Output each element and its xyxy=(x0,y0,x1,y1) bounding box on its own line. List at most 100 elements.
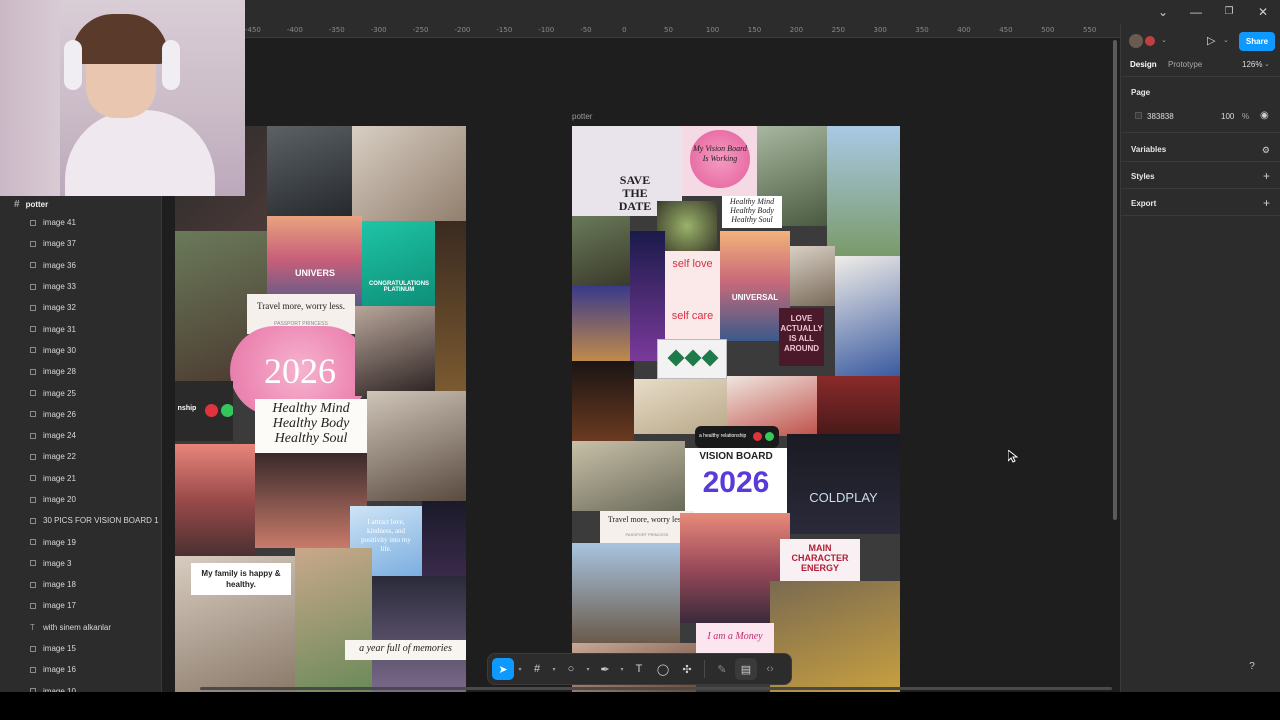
layer-item[interactable]: image 30 xyxy=(0,340,161,361)
chevron-down-icon[interactable]: ⌄ xyxy=(1264,60,1270,68)
layer-item[interactable]: image 22 xyxy=(0,446,161,467)
maximize-icon[interactable]: ❐ xyxy=(1219,5,1239,19)
food-photo xyxy=(657,201,717,251)
image-layer-icon xyxy=(30,539,36,546)
image-layer-icon xyxy=(30,581,36,588)
play-icon[interactable]: ▷ xyxy=(1207,34,1215,47)
eye-icon[interactable]: ◉ xyxy=(1260,110,1269,121)
chevron-down-icon[interactable]: ▾ xyxy=(618,666,626,673)
layer-item[interactable]: image 15 xyxy=(0,638,161,659)
layer-item[interactable]: image 17 xyxy=(0,595,161,616)
platinum-card: CONGRATULATIONS PLATINUM xyxy=(362,221,435,316)
zoom-level[interactable]: 126% xyxy=(1242,60,1262,69)
self-love-card: self love self care xyxy=(665,251,720,339)
actions-tool-icon[interactable]: ✣ xyxy=(676,658,698,680)
image-layer-icon xyxy=(30,645,36,652)
ruler-tick: -200 xyxy=(454,26,471,34)
gem-icon xyxy=(667,349,685,367)
design-mode-icon[interactable]: ▤ xyxy=(735,658,757,680)
collage-photo xyxy=(422,501,466,576)
dev-mode-icon[interactable]: ‹› xyxy=(759,658,781,680)
styles-section-title[interactable]: Styles xyxy=(1131,172,1155,181)
layer-label: image 19 xyxy=(43,537,76,547)
layer-item[interactable]: image 10 xyxy=(0,681,161,692)
layer-item[interactable]: 30 PICS FOR VISION BOARD 1 xyxy=(0,510,161,531)
family-text: My family is happy & healthy. xyxy=(201,569,281,589)
layer-item[interactable]: image 16 xyxy=(0,659,161,680)
image-layer-icon xyxy=(30,602,36,609)
shape-tool-icon[interactable]: ○ xyxy=(560,658,582,680)
layer-item[interactable]: image 25 xyxy=(0,382,161,403)
page-section-title: Page xyxy=(1131,88,1151,97)
vertical-scrollbar[interactable] xyxy=(1113,40,1117,520)
move-tool-icon[interactable]: ➤ xyxy=(492,658,514,680)
layer-item[interactable]: image 20 xyxy=(0,489,161,510)
webcam-person-hair xyxy=(72,14,168,64)
page-color-value[interactable]: 383838 xyxy=(1147,112,1174,121)
close-icon[interactable]: ✕ xyxy=(1253,5,1273,19)
healthy-text: Healthy Mind Healthy Body Healthy Soul xyxy=(729,197,775,224)
minimize-icon[interactable]: — xyxy=(1186,5,1206,19)
variables-section-title[interactable]: Variables xyxy=(1131,145,1166,154)
layer-item[interactable]: image 32 xyxy=(0,297,161,318)
frame-tool-icon[interactable]: # xyxy=(526,658,548,680)
chevron-down-icon[interactable]: ▾ xyxy=(516,666,524,673)
avatar[interactable] xyxy=(1143,34,1157,48)
layer-item[interactable]: image 36 xyxy=(0,255,161,276)
layer-item[interactable]: image 21 xyxy=(0,468,161,489)
concert-photo xyxy=(372,576,466,692)
horizontal-scrollbar[interactable] xyxy=(200,687,1112,690)
tab-prototype[interactable]: Prototype xyxy=(1168,60,1202,69)
tab-design[interactable]: Design xyxy=(1130,60,1157,69)
accept-call-icon xyxy=(221,404,233,417)
export-section-title[interactable]: Export xyxy=(1131,199,1156,208)
street-photo xyxy=(175,444,255,556)
layer-item[interactable]: image 19 xyxy=(0,531,161,552)
chevron-down-icon[interactable]: ▾ xyxy=(550,666,558,673)
layer-item[interactable]: image 24 xyxy=(0,425,161,446)
help-button[interactable]: ? xyxy=(1243,657,1261,675)
layer-label: image 21 xyxy=(43,473,76,483)
layer-item[interactable]: image 31 xyxy=(0,318,161,339)
layer-item[interactable]: image 26 xyxy=(0,404,161,425)
image-layer-icon xyxy=(30,666,36,673)
add-export-icon[interactable]: + xyxy=(1263,197,1270,209)
avatar[interactable] xyxy=(1129,34,1143,48)
add-style-icon[interactable]: + xyxy=(1263,170,1270,182)
love-actually-text: LOVE ACTUALLY IS ALL AROUND xyxy=(780,314,823,353)
self-love-text: self love xyxy=(672,258,713,270)
layer-item[interactable]: image 33 xyxy=(0,276,161,297)
share-button[interactable]: Share xyxy=(1239,32,1275,51)
image-layer-icon xyxy=(30,475,36,482)
layer-item[interactable]: image 41 xyxy=(0,212,161,233)
comment-tool-icon[interactable]: ◯ xyxy=(652,658,674,680)
layer-item[interactable]: image 3 xyxy=(0,553,161,574)
layer-item[interactable]: image 28 xyxy=(0,361,161,382)
screen-bottom-bar xyxy=(0,692,1280,720)
chevron-down-icon[interactable]: ⌄ xyxy=(1223,36,1229,44)
ruler-tick: -350 xyxy=(328,26,345,34)
pen-tool-icon[interactable]: ✒ xyxy=(594,658,616,680)
page-opacity-value[interactable]: 100 xyxy=(1221,112,1234,121)
layer-page-header[interactable]: # potter xyxy=(0,196,161,212)
frame-label[interactable]: potter xyxy=(572,112,592,121)
ruler-tick: 300 xyxy=(873,26,887,34)
money-card: I am a Money xyxy=(696,623,774,655)
layer-label: image 22 xyxy=(43,452,76,462)
love-actually-card: LOVE ACTUALLY IS ALL AROUND xyxy=(779,308,824,366)
page-color-swatch[interactable] xyxy=(1135,112,1142,119)
canvas[interactable]: UNIVERS CONGRATULATIONS PLATINUM Travel … xyxy=(162,38,1120,692)
webcam-background xyxy=(0,0,60,196)
chevron-down-icon[interactable]: ▾ xyxy=(584,666,592,673)
draw-mode-icon[interactable]: ✎ xyxy=(711,658,733,680)
chevron-down-icon[interactable]: ⌄ xyxy=(1153,5,1173,19)
right-collage-frame[interactable]: SAVE THE DATE My Vision Board Is Working… xyxy=(572,126,900,692)
left-collage-frame[interactable]: UNIVERS CONGRATULATIONS PLATINUM Travel … xyxy=(175,126,466,692)
layer-label: image 16 xyxy=(43,665,76,675)
text-tool-icon[interactable]: T xyxy=(628,658,650,680)
layer-item[interactable]: image 37 xyxy=(0,233,161,254)
chevron-down-icon[interactable]: ⌄ xyxy=(1161,36,1167,44)
layer-item[interactable]: image 18 xyxy=(0,574,161,595)
variables-settings-icon[interactable]: ⚙ xyxy=(1262,145,1270,155)
layer-item[interactable]: Twith sinem alkanlar xyxy=(0,617,161,638)
